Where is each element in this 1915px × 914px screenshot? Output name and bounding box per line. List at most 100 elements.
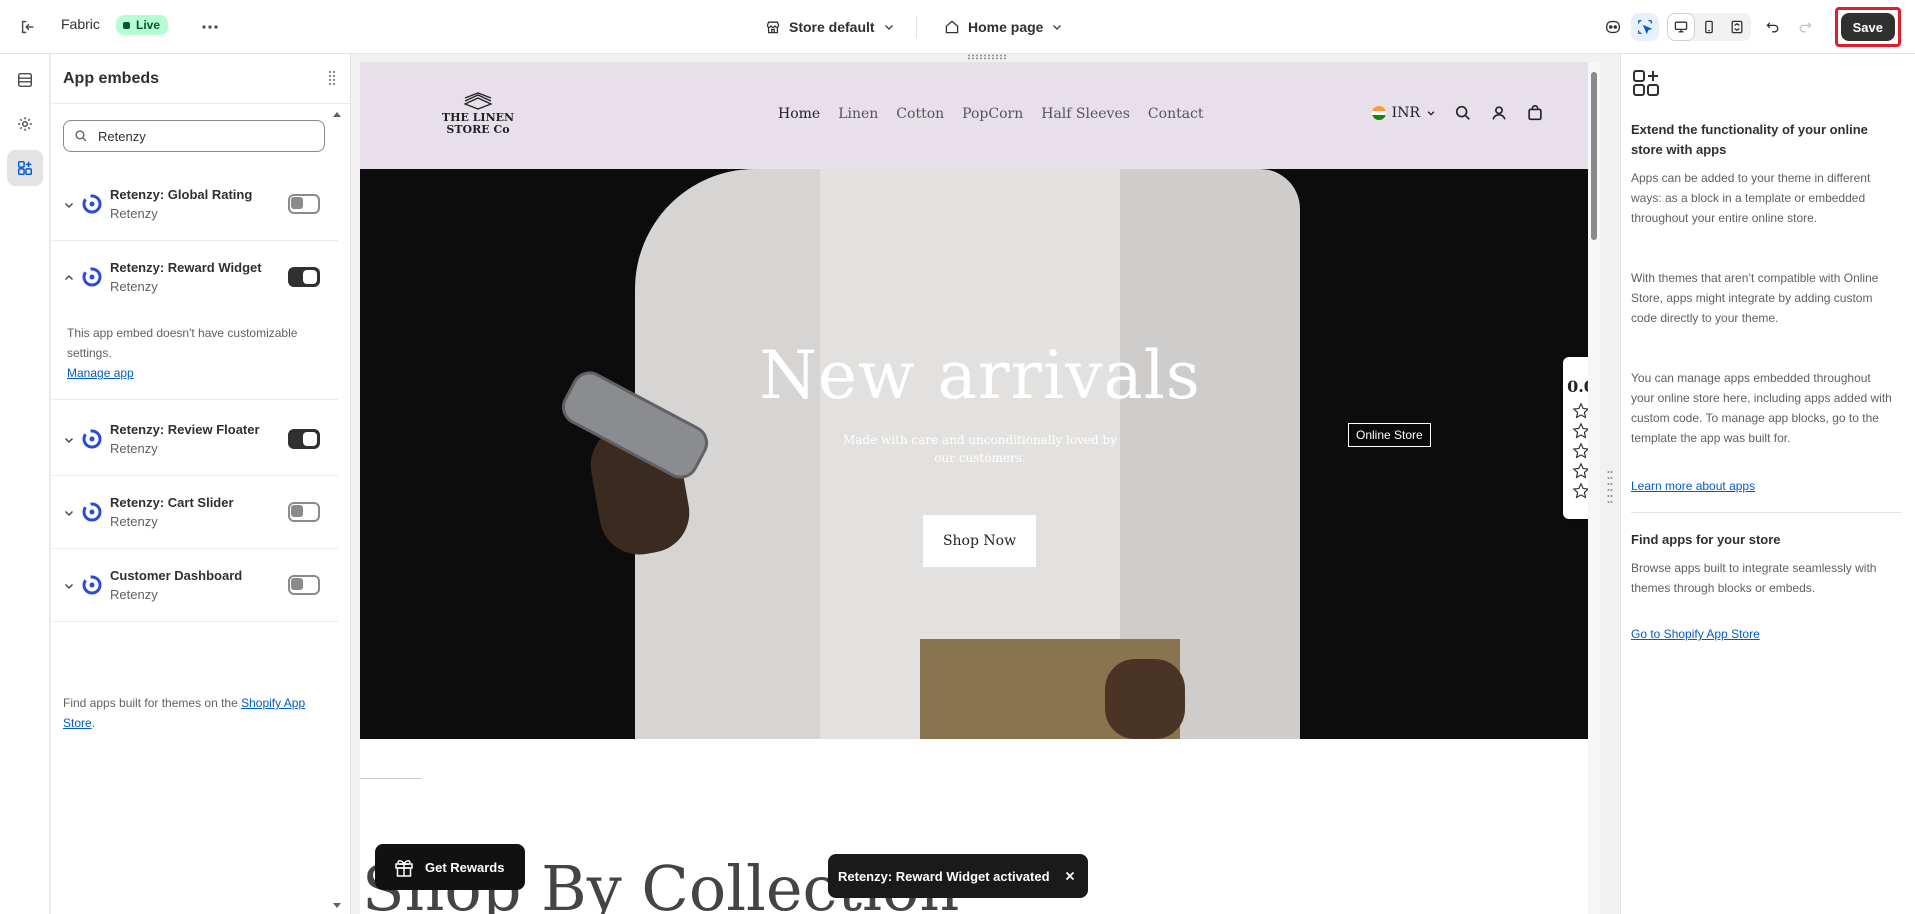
- search-field[interactable]: [63, 120, 325, 152]
- preview-scrollbar-thumb[interactable]: [1591, 72, 1597, 240]
- theme-settings-gear-icon[interactable]: [7, 106, 43, 142]
- header-actions: INR: [1371, 104, 1544, 122]
- viewport-switcher: [1666, 13, 1751, 41]
- account-icon[interactable]: [1490, 104, 1508, 122]
- app-info-panel: Extend the functionality of your online …: [1620, 54, 1915, 914]
- resize-handle-icon[interactable]: [1607, 470, 1613, 510]
- retenzy-logo-icon: [82, 575, 102, 595]
- store-logo[interactable]: THE LINEN STORE Co: [438, 92, 518, 136]
- embed-details: This app embed doesn't have customizable…: [51, 313, 338, 399]
- app-embeds-icon[interactable]: [7, 150, 43, 186]
- chevron-down-icon[interactable]: [63, 434, 75, 446]
- embed-row[interactable]: Customer Dashboard Retenzy: [51, 549, 338, 621]
- embed-provider: Retenzy: [110, 206, 158, 221]
- online-store-tag[interactable]: Online Store: [1348, 423, 1431, 447]
- home-icon: [945, 20, 959, 34]
- scroll-down-icon[interactable]: [332, 902, 342, 910]
- desktop-view-icon[interactable]: [1666, 13, 1695, 41]
- save-highlight: Save: [1834, 7, 1901, 47]
- search-input[interactable]: [98, 128, 298, 144]
- retenzy-logo-icon: [82, 267, 102, 287]
- get-rewards-button[interactable]: Get Rewards: [375, 844, 525, 890]
- embed-row[interactable]: Retenzy: Review Floater Retenzy: [51, 403, 338, 475]
- chevron-down-icon[interactable]: [63, 199, 75, 211]
- nav-item-linen[interactable]: Linen: [838, 106, 878, 122]
- resize-grip-icon[interactable]: [967, 54, 1007, 60]
- shopify-app-store-link[interactable]: Go to Shopify App Store: [1631, 627, 1760, 641]
- embed-provider: Retenzy: [110, 587, 158, 602]
- more-actions-icon[interactable]: [196, 14, 224, 40]
- hero-title: New arrivals: [759, 337, 1201, 414]
- learn-more-apps-link[interactable]: Learn more about apps: [1631, 479, 1755, 493]
- embed-title: Retenzy: Cart Slider: [110, 495, 234, 510]
- embed-toggle[interactable]: [288, 502, 320, 522]
- embed-note: This app embed doesn't have customizable…: [67, 326, 298, 360]
- theme-name: Fabric: [61, 16, 100, 32]
- nav-item-popcorn[interactable]: PopCorn: [962, 106, 1023, 122]
- top-bar: Fabric Live Store default Home page Save: [0, 0, 1915, 54]
- live-status-label: Live: [136, 18, 161, 32]
- shop-now-button[interactable]: Shop Now: [923, 515, 1036, 567]
- embed-row[interactable]: Retenzy: Global Rating Retenzy: [51, 168, 338, 240]
- store-selector-label: Store default: [789, 19, 875, 35]
- store-selector[interactable]: Store default: [765, 14, 895, 40]
- mobile-view-icon[interactable]: [1695, 13, 1723, 41]
- embed-row[interactable]: Retenzy: Reward Widget Retenzy: [51, 241, 338, 313]
- hero-banner: New arrivals Made with care and uncondit…: [360, 169, 1600, 739]
- sections-icon[interactable]: [7, 62, 43, 98]
- exit-icon[interactable]: [14, 14, 42, 40]
- embed-toggle[interactable]: [288, 429, 320, 449]
- currency-selector[interactable]: INR: [1371, 105, 1436, 121]
- india-flag-icon: [1371, 106, 1386, 120]
- embed-toggle[interactable]: [288, 575, 320, 595]
- embed-toggle[interactable]: [288, 267, 320, 287]
- left-icon-rail: [0, 54, 50, 914]
- close-icon[interactable]: [1064, 870, 1076, 882]
- save-button[interactable]: Save: [1840, 13, 1895, 41]
- embed-provider: Retenzy: [110, 441, 158, 456]
- info-heading-extend: Extend the functionality of your online …: [1631, 122, 1868, 157]
- scroll-up-icon[interactable]: [332, 110, 342, 118]
- page-selector-label: Home page: [968, 19, 1044, 35]
- chevron-down-icon[interactable]: [63, 507, 75, 519]
- page-selector[interactable]: Home page: [944, 14, 1063, 40]
- nav-item-cotton[interactable]: Cotton: [896, 106, 944, 122]
- hero-subtitle: Made with care and unconditionally loved…: [842, 433, 1117, 465]
- inspector-icon[interactable]: [1630, 13, 1659, 41]
- embed-provider: Retenzy: [110, 279, 158, 294]
- embed-title: Retenzy: Reward Widget: [110, 260, 262, 275]
- footer-text: Find apps built for themes on the: [63, 696, 242, 710]
- toolbar-right: Save: [1599, 7, 1901, 47]
- drag-handle-icon[interactable]: [328, 70, 336, 86]
- nav-item-home[interactable]: Home: [778, 106, 820, 122]
- embed-toggle[interactable]: [288, 194, 320, 214]
- cart-bag-icon[interactable]: [1526, 104, 1544, 122]
- sidekick-icon[interactable]: [1599, 13, 1627, 41]
- fullscreen-view-icon[interactable]: [1723, 13, 1751, 41]
- info-divider: [1631, 512, 1901, 513]
- store-header: THE LINEN STORE Co Home Linen Cotton Pop…: [360, 62, 1600, 169]
- nav-item-contact[interactable]: Contact: [1148, 106, 1204, 122]
- manage-app-link[interactable]: Manage app: [67, 366, 134, 380]
- nav-item-half-sleeves[interactable]: Half Sleeves: [1041, 106, 1130, 122]
- get-rewards-label: Get Rewards: [425, 859, 505, 875]
- chevron-up-icon[interactable]: [63, 272, 75, 284]
- panel-header: App embeds: [51, 54, 350, 104]
- embed-row[interactable]: Retenzy: Cart Slider Retenzy: [51, 476, 338, 548]
- embed-provider: Retenzy: [110, 514, 158, 529]
- search-icon[interactable]: [1454, 104, 1472, 122]
- redo-icon[interactable]: [1791, 13, 1819, 41]
- store-preview[interactable]: THE LINEN STORE Co Home Linen Cotton Pop…: [360, 62, 1600, 914]
- panel-footer-text: Find apps built for themes on the Shopif…: [63, 693, 325, 733]
- retenzy-logo-icon: [82, 429, 102, 449]
- store-icon: [766, 21, 780, 34]
- section-divider: [360, 778, 422, 779]
- info-paragraph-2: With themes that aren’t compatible with …: [1631, 271, 1879, 325]
- toast-notification: Retenzy: Reward Widget activated: [828, 854, 1088, 898]
- embed-title: Customer Dashboard: [110, 568, 243, 583]
- chevron-down-icon: [1053, 24, 1062, 31]
- embed-title: Retenzy: Review Floater: [110, 422, 260, 437]
- chevron-down-icon[interactable]: [63, 580, 75, 592]
- undo-icon[interactable]: [1759, 13, 1787, 41]
- info-heading-find-apps: Find apps for your store: [1631, 532, 1781, 547]
